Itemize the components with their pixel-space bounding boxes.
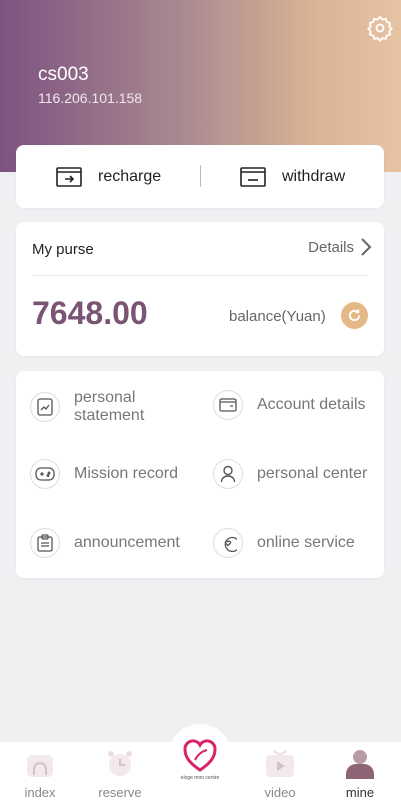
nav-label: mine xyxy=(345,785,375,800)
details-link[interactable]: Details xyxy=(308,237,372,257)
menu-item-online-service[interactable]: online service xyxy=(213,528,355,558)
menu-item-personal-center[interactable]: personal center xyxy=(213,459,367,489)
username: cs003 xyxy=(38,64,89,85)
wallet-icon xyxy=(213,390,243,420)
menu-item-account-details[interactable]: Account details xyxy=(213,390,366,420)
menu-card: personal statement Account details Missi… xyxy=(16,371,384,578)
heart-logo-icon: eloge mon centre xyxy=(181,739,220,781)
recharge-button[interactable]: recharge xyxy=(56,163,161,191)
refresh-button[interactable] xyxy=(341,302,368,329)
withdraw-button[interactable]: withdraw xyxy=(240,163,345,191)
nav-label: video xyxy=(264,785,296,800)
refresh-icon xyxy=(348,309,361,322)
chevron-right-icon xyxy=(361,238,372,256)
menu-item-announcement[interactable]: announcement xyxy=(30,528,180,558)
center-logo-button[interactable]: eloge mon centre xyxy=(168,724,232,788)
nav-label: reserve xyxy=(98,785,142,800)
chat-heart-icon xyxy=(213,528,243,558)
menu-label: announcement xyxy=(74,534,180,551)
gear-icon[interactable] xyxy=(366,14,394,42)
menu-label: online service xyxy=(257,534,355,551)
nav-item-reserve[interactable]: reserve xyxy=(90,742,150,804)
home-icon xyxy=(27,755,53,777)
logo-text: eloge mon centre xyxy=(181,775,220,781)
recharge-withdraw-card: recharge withdraw xyxy=(16,145,384,208)
user-ip: 116.206.101.158 xyxy=(38,90,143,106)
balance-amount: 7648.00 xyxy=(32,295,148,331)
purse-title: My purse xyxy=(32,241,94,258)
chart-icon xyxy=(30,392,60,422)
nav-label: index xyxy=(24,785,56,800)
user-icon xyxy=(346,750,374,779)
balance-label: balance(Yuan) xyxy=(229,308,326,325)
divider xyxy=(200,165,201,187)
menu-item-mission-record[interactable]: Mission record xyxy=(30,459,178,489)
details-label: Details xyxy=(308,238,354,256)
person-icon xyxy=(213,459,243,489)
menu-label: Account details xyxy=(257,396,366,413)
menu-label: Mission record xyxy=(74,465,179,482)
nav-item-index[interactable]: index xyxy=(10,742,70,804)
divider xyxy=(32,275,368,276)
withdraw-label: withdraw xyxy=(282,168,346,185)
withdraw-icon xyxy=(240,167,266,187)
gamepad-icon xyxy=(30,459,60,489)
purse-card: My purse Details 7648.00 balance(Yuan) xyxy=(16,222,384,356)
recharge-icon xyxy=(56,167,82,187)
menu-label: personal statement xyxy=(74,389,145,424)
nav-item-mine[interactable]: mine xyxy=(330,742,390,804)
clipboard-icon xyxy=(30,528,60,558)
menu-label: personal center xyxy=(257,465,368,482)
recharge-label: recharge xyxy=(98,168,162,185)
tv-play-icon xyxy=(266,750,294,777)
menu-item-personal-statement[interactable]: personal statement xyxy=(30,389,144,425)
alarm-clock-icon xyxy=(108,751,132,776)
nav-item-video[interactable]: video xyxy=(250,742,310,804)
